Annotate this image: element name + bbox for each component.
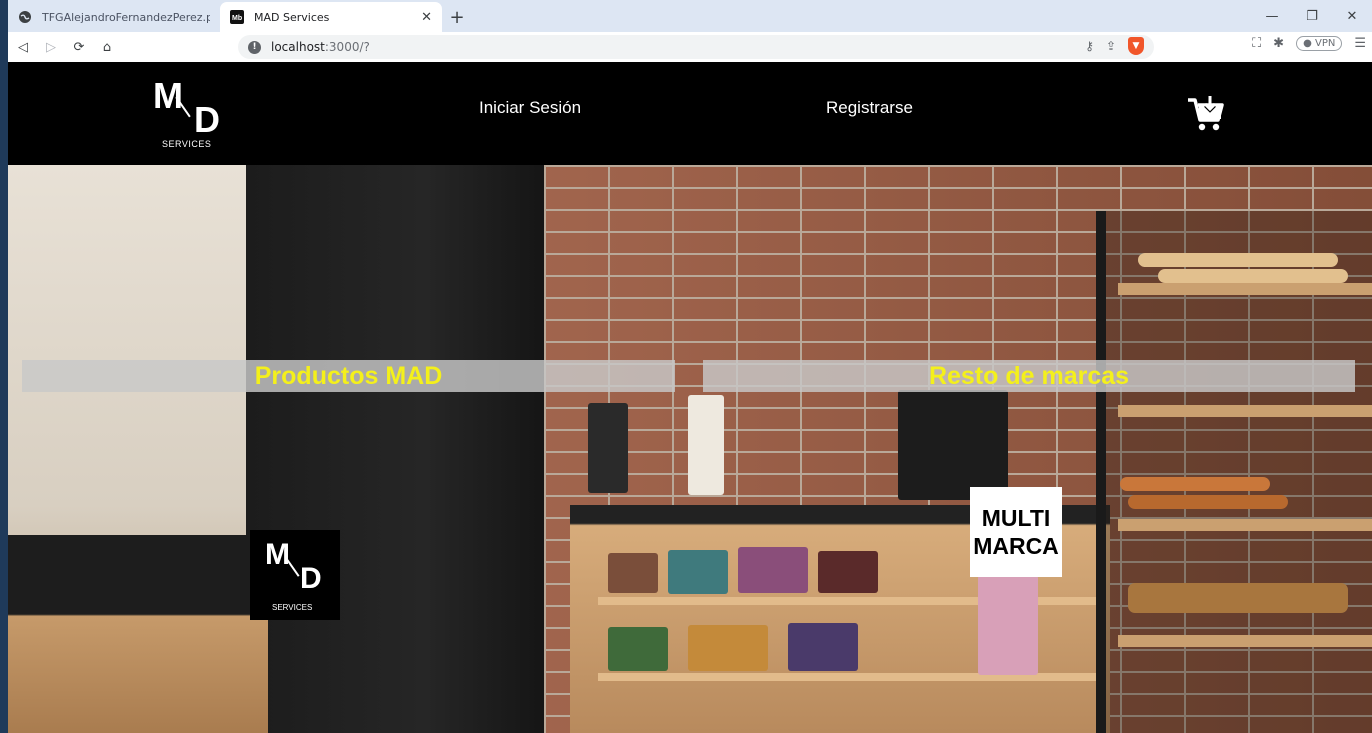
forward-icon[interactable]: ▷	[38, 34, 64, 60]
browser-toolbar: ◁ ▷ ⟳ ⌂ ! localhost:3000/? ⚷ ⇪ ▼ ⛶ ✱ ● V…	[8, 32, 1372, 62]
product-box	[788, 623, 858, 671]
product-box	[688, 625, 768, 671]
site-info-icon[interactable]: !	[248, 40, 261, 54]
back-icon[interactable]: ◁	[10, 34, 36, 60]
key-icon[interactable]: ⚷	[1085, 39, 1094, 53]
product-box	[738, 547, 808, 593]
category-productos-mad[interactable]: Productos MAD	[22, 360, 675, 392]
rack-shelf	[1118, 519, 1372, 531]
rack-shelf	[1118, 635, 1372, 647]
pastry	[1128, 495, 1288, 509]
rack-shelf	[1118, 405, 1372, 417]
tab-title: TFGAlejandroFernandezPerez.pdf	[42, 10, 210, 24]
omnibox-icons: ⚷ ⇪ ▼	[1085, 37, 1144, 55]
menu-icon[interactable]: ☰	[1354, 36, 1366, 51]
mad-products-logo[interactable]: M D SERVICES	[250, 530, 340, 620]
product-box	[608, 627, 668, 671]
multimarca-line1: MULTI	[981, 505, 1051, 531]
extension-tools: ⛶ ✱ ● VPN ☰	[1252, 36, 1366, 51]
logo-d: D	[194, 99, 220, 140]
tab-title: MAD Services	[254, 10, 330, 24]
baguette	[1158, 269, 1348, 283]
svg-text:Mb: Mb	[232, 15, 242, 22]
register-link[interactable]: Registrarse	[826, 98, 913, 118]
coffee-grinder	[588, 403, 628, 493]
canister	[688, 395, 724, 495]
chalkboard-wall	[246, 165, 546, 733]
close-tab-icon[interactable]: ✕	[421, 10, 432, 25]
product-box	[668, 550, 728, 594]
restore-icon[interactable]: ❐	[1292, 0, 1332, 32]
logo-subtitle: SERVICES	[162, 139, 212, 149]
hero-shop-background: Productos MAD Resto de marcas M D SERVIC…	[8, 165, 1372, 733]
product-box	[818, 551, 878, 593]
share-icon[interactable]: ⇪	[1106, 39, 1116, 53]
reload-icon[interactable]: ⟳	[66, 34, 92, 60]
multimarca-line2: MARCA	[973, 533, 1059, 559]
url-host: localhost	[271, 40, 325, 54]
mad-services-logo[interactable]: M D SERVICES	[150, 73, 230, 153]
translate-icon[interactable]: ⛶	[1252, 36, 1261, 51]
globe-icon	[18, 10, 32, 24]
minimize-icon[interactable]: —	[1252, 0, 1292, 32]
vpn-button[interactable]: ● VPN	[1296, 36, 1343, 51]
tab-pdf[interactable]: TFGAlejandroFernandezPerez.pdf	[8, 2, 220, 32]
address-bar[interactable]: ! localhost:3000/? ⚷ ⇪ ▼	[238, 35, 1154, 59]
tab-strip: TFGAlejandroFernandezPerez.pdf Mb MAD Se…	[8, 0, 1372, 32]
category-resto-de-marcas[interactable]: Resto de marcas	[703, 360, 1355, 392]
pastry	[1120, 477, 1270, 491]
logo-m: M	[153, 75, 183, 116]
login-link[interactable]: Iniciar Sesión	[479, 98, 581, 118]
logo-d: D	[300, 562, 322, 595]
shopping-cart-icon[interactable]	[1186, 94, 1226, 134]
multimarca-logo[interactable]: MULTI MARCA	[970, 487, 1062, 577]
extensions-icon[interactable]: ✱	[1273, 36, 1284, 51]
browser-window: TFGAlejandroFernandezPerez.pdf Mb MAD Se…	[8, 0, 1372, 733]
window-controls: — ❐ ✕	[1252, 0, 1372, 32]
brave-shield-icon[interactable]: ▼	[1128, 37, 1144, 55]
logo-m: M	[265, 538, 290, 571]
bread-basket	[1128, 583, 1348, 613]
counter-left	[8, 535, 268, 733]
rack-shelf	[1118, 283, 1372, 295]
vpn-label: VPN	[1314, 38, 1336, 49]
home-icon[interactable]: ⌂	[94, 34, 120, 60]
espresso-machine	[898, 390, 1008, 500]
close-window-icon[interactable]: ✕	[1332, 0, 1372, 32]
tab-mad-services[interactable]: Mb MAD Services ✕	[220, 2, 442, 32]
new-tab-button[interactable]: +	[442, 2, 472, 32]
product-box	[608, 553, 658, 593]
url-rest: :3000/?	[324, 40, 370, 54]
site-header: M D SERVICES Iniciar Sesión Registrarse	[8, 62, 1372, 165]
logo-subtitle: SERVICES	[272, 603, 313, 612]
baguette	[1138, 253, 1338, 267]
mad-favicon-icon: Mb	[230, 10, 244, 24]
tea-tins	[978, 575, 1038, 675]
